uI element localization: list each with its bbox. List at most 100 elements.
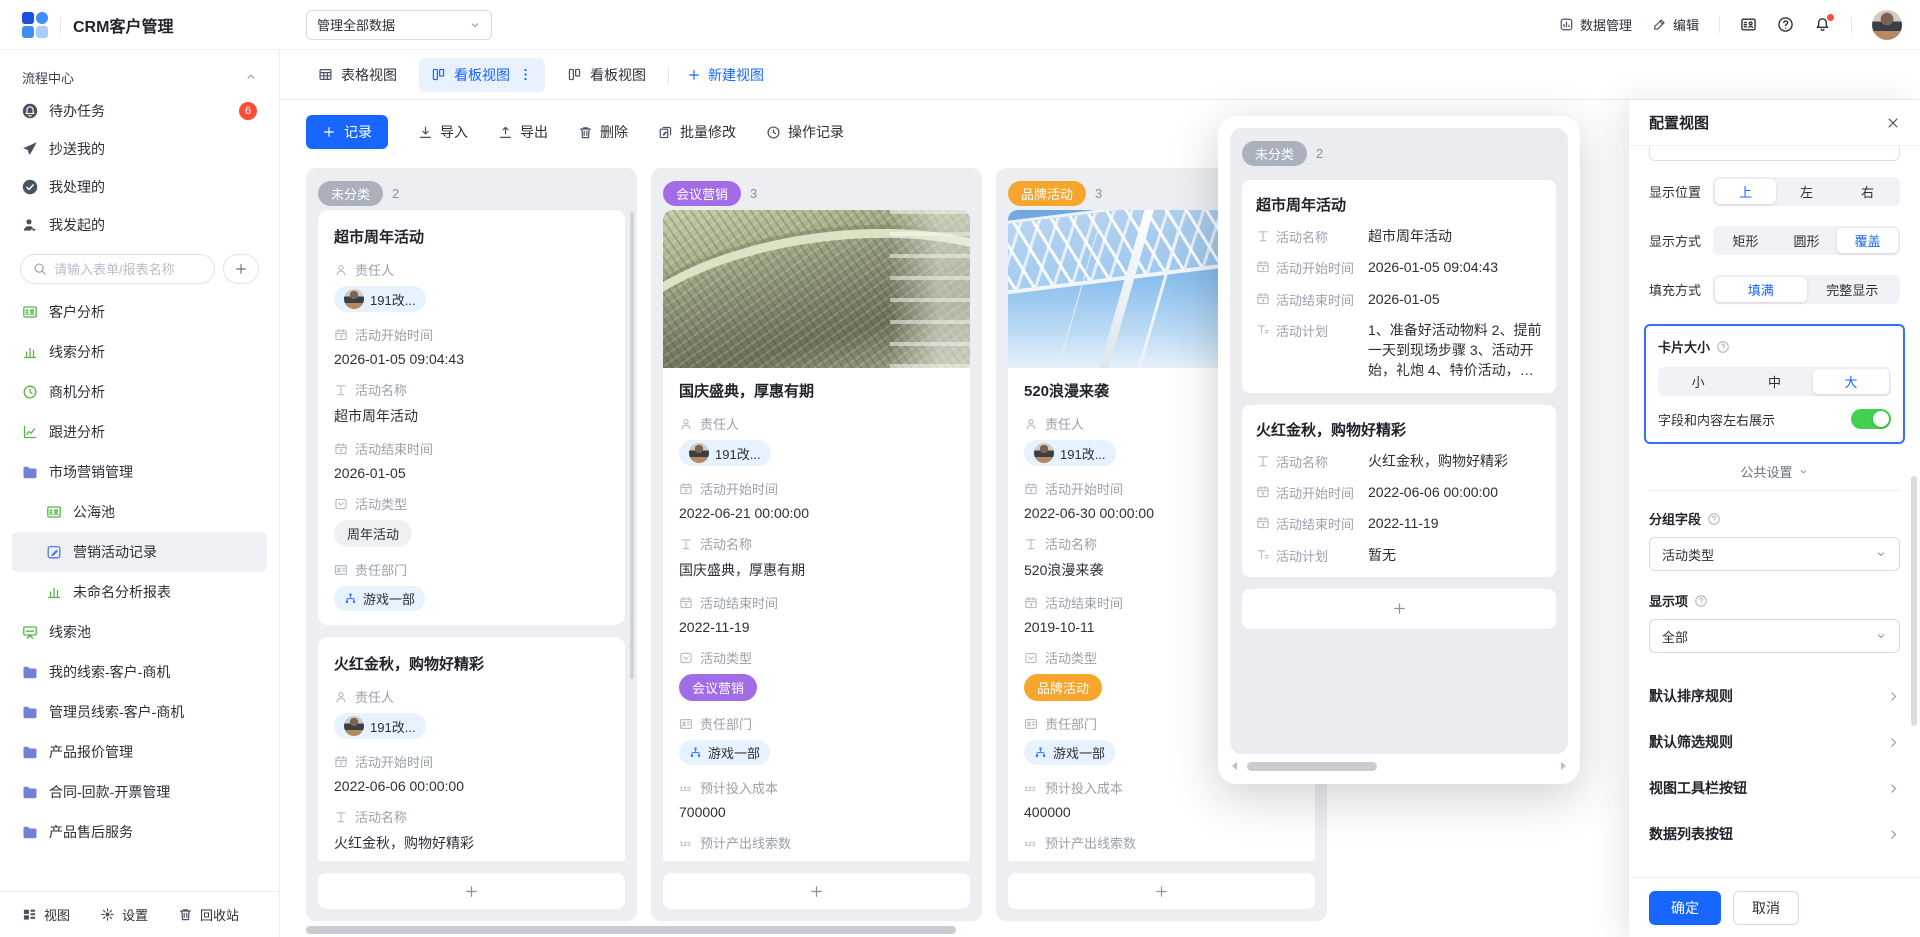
tab-table-view[interactable]: 表格视图 bbox=[306, 58, 409, 92]
group-field-select[interactable]: 活动类型 bbox=[1649, 537, 1900, 571]
help-circle-icon[interactable] bbox=[1716, 340, 1730, 354]
preview-scroll-track[interactable] bbox=[1241, 762, 1557, 771]
config-link-row[interactable]: 默认筛选规则 bbox=[1649, 719, 1900, 765]
sidebar-item[interactable]: 管理员线索-客户-商机 bbox=[12, 692, 267, 732]
board-horizontal-scrollbar[interactable] bbox=[306, 926, 956, 934]
display-items-select[interactable]: 全部 bbox=[1649, 619, 1900, 653]
close-icon[interactable] bbox=[1886, 116, 1900, 130]
cancel-button[interactable]: 取消 bbox=[1733, 891, 1799, 925]
batch-edit-button[interactable]: 批量修改 bbox=[658, 122, 736, 142]
sidebar-item[interactable]: 合同-回款-开票管理 bbox=[12, 772, 267, 812]
sidebar-item[interactable]: 商机分析 bbox=[12, 372, 267, 412]
footer-gear-button[interactable]: 设置 bbox=[100, 905, 148, 924]
assignee-chip[interactable]: 191改... bbox=[1024, 440, 1116, 466]
kanban-card[interactable]: 超市周年活动责任人191改...活动开始时间2026-01-05 09:04:4… bbox=[318, 210, 625, 625]
data-scope-select[interactable]: 管理全部数据 bbox=[306, 10, 492, 40]
segment-option[interactable]: 完整显示 bbox=[1807, 277, 1899, 302]
common-settings-toggle[interactable]: 公共设置 bbox=[1649, 462, 1900, 481]
sidebar-item[interactable]: 营销活动记录 bbox=[12, 532, 267, 572]
preview-scroll-thumb[interactable] bbox=[1247, 762, 1377, 771]
assignee-chip[interactable]: 191改... bbox=[334, 286, 426, 312]
preview-add-card-button[interactable] bbox=[1242, 589, 1556, 629]
sidebar-item[interactable]: 市场营销管理 bbox=[12, 452, 267, 492]
config-title: 配置视图 bbox=[1649, 112, 1709, 133]
department-chip[interactable]: 游戏一部 bbox=[334, 586, 425, 611]
operation-log-button[interactable]: 操作记录 bbox=[766, 122, 844, 142]
sidebar-item[interactable]: 跟进分析 bbox=[12, 412, 267, 452]
contacts-icon[interactable] bbox=[1740, 16, 1757, 33]
segment-option[interactable]: 大 bbox=[1813, 369, 1889, 394]
preview-card[interactable]: 火红金秋，购物好精彩活动名称火红金秋，购物好精彩活动开始时间2022-06-06… bbox=[1242, 405, 1556, 577]
field-label-text: 活动名称 bbox=[1276, 452, 1328, 471]
sidebar-item[interactable]: 线索分析 bbox=[12, 332, 267, 372]
add-card-button[interactable] bbox=[318, 873, 625, 909]
segment-option[interactable]: 矩形 bbox=[1715, 228, 1776, 253]
segment-option[interactable]: 左 bbox=[1776, 179, 1837, 204]
preview-card[interactable]: 超市周年活动活动名称超市周年活动活动开始时间2026-01-05 09:04:4… bbox=[1242, 180, 1556, 393]
segment-option[interactable]: 覆盖 bbox=[1837, 228, 1898, 253]
preview-scrollbar[interactable] bbox=[1230, 760, 1568, 772]
department-chip[interactable]: 游戏一部 bbox=[1024, 740, 1115, 765]
add-form-button[interactable] bbox=[223, 254, 259, 284]
sidebar-item[interactable]: 产品售后服务 bbox=[12, 812, 267, 852]
export-button[interactable]: 导出 bbox=[498, 122, 548, 142]
process-list: 待办任务6抄送我的我处理的我发起的 bbox=[0, 92, 279, 244]
notifications-button[interactable] bbox=[1814, 16, 1831, 33]
config-link-row[interactable]: 默认排序规则 bbox=[1649, 673, 1900, 719]
process-center-section[interactable]: 流程中心 bbox=[0, 62, 279, 92]
help-circle-icon[interactable] bbox=[1694, 594, 1708, 608]
segment-option[interactable]: 中 bbox=[1736, 369, 1812, 394]
department-chip[interactable]: 游戏一部 bbox=[679, 740, 770, 765]
tab-kanban-view-active[interactable]: 看板视图 bbox=[419, 58, 545, 92]
search-box[interactable] bbox=[20, 254, 215, 284]
assignee-chip[interactable]: 191改... bbox=[679, 440, 771, 466]
sidebar-item-抄送我的[interactable]: 抄送我的 bbox=[0, 130, 279, 168]
sidebar-item[interactable]: 线索池 bbox=[12, 612, 267, 652]
kanban-card[interactable]: 国庆盛典，厚惠有期责任人191改...活动开始时间2022-06-21 00:0… bbox=[663, 210, 970, 861]
add-card-button[interactable] bbox=[1008, 873, 1315, 909]
scroll-left-icon[interactable] bbox=[1232, 762, 1237, 770]
add-card-button[interactable] bbox=[663, 873, 970, 909]
fill-mode-row: 填充方式 填满完整显示 bbox=[1649, 275, 1900, 304]
segment-option[interactable]: 小 bbox=[1660, 369, 1736, 394]
column-scrollbar[interactable] bbox=[630, 212, 634, 679]
config-link-row[interactable]: 数据列表按钮 bbox=[1649, 811, 1900, 857]
sidebar-item-我发起的[interactable]: 我发起的 bbox=[0, 206, 279, 244]
footer-views-button[interactable]: 视图 bbox=[22, 905, 70, 924]
footer-trash-button[interactable]: 回收站 bbox=[178, 905, 239, 924]
avatar bbox=[344, 289, 364, 309]
kanban-card[interactable]: 火红金秋，购物好精彩责任人191改...活动开始时间2022-06-06 00:… bbox=[318, 637, 625, 861]
assignee-name: 191改... bbox=[715, 444, 761, 463]
sidebar-item[interactable]: 我的线索-客户-商机 bbox=[12, 652, 267, 692]
segment-option[interactable]: 右 bbox=[1837, 179, 1898, 204]
data-manage-button[interactable]: 数据管理 bbox=[1559, 15, 1632, 34]
help-icon[interactable] bbox=[1777, 16, 1794, 33]
assignee-chip[interactable]: 191改... bbox=[334, 713, 426, 739]
confirm-button[interactable]: 确定 bbox=[1649, 891, 1721, 925]
edit-button[interactable]: 编辑 bbox=[1652, 15, 1699, 34]
search-input[interactable] bbox=[54, 262, 202, 277]
app-title: CRM客户管理 bbox=[73, 13, 173, 37]
sidebar-item-待办任务[interactable]: 待办任务6 bbox=[0, 92, 279, 130]
sidebar-item[interactable]: 未命名分析报表 bbox=[12, 572, 267, 612]
segment-option[interactable]: 圆形 bbox=[1776, 228, 1837, 253]
avatar[interactable] bbox=[1872, 10, 1902, 40]
segment-option[interactable]: 上 bbox=[1715, 179, 1776, 204]
help-circle-icon[interactable] bbox=[1707, 512, 1721, 526]
tab-kanban-view-2[interactable]: 看板视图 bbox=[555, 58, 658, 92]
clipped-input[interactable] bbox=[1649, 146, 1900, 161]
import-button[interactable]: 导入 bbox=[418, 122, 468, 142]
segment-option[interactable]: 填满 bbox=[1715, 277, 1807, 302]
delete-button[interactable]: 删除 bbox=[578, 122, 628, 142]
lr-display-toggle[interactable] bbox=[1851, 409, 1891, 429]
add-record-button[interactable]: 记录 bbox=[306, 115, 388, 149]
sidebar-item-我处理的[interactable]: 我处理的 bbox=[0, 168, 279, 206]
config-scrollbar[interactable] bbox=[1911, 476, 1917, 726]
sidebar-item[interactable]: 公海池 bbox=[12, 492, 267, 532]
more-vertical-icon[interactable] bbox=[518, 67, 533, 82]
sidebar-item[interactable]: 产品报价管理 bbox=[12, 732, 267, 772]
scroll-right-icon[interactable] bbox=[1561, 762, 1566, 770]
sidebar-item[interactable]: 客户分析 bbox=[12, 292, 267, 332]
config-link-row[interactable]: 视图工具栏按钮 bbox=[1649, 765, 1900, 811]
new-view-button[interactable]: 新建视图 bbox=[687, 65, 764, 85]
